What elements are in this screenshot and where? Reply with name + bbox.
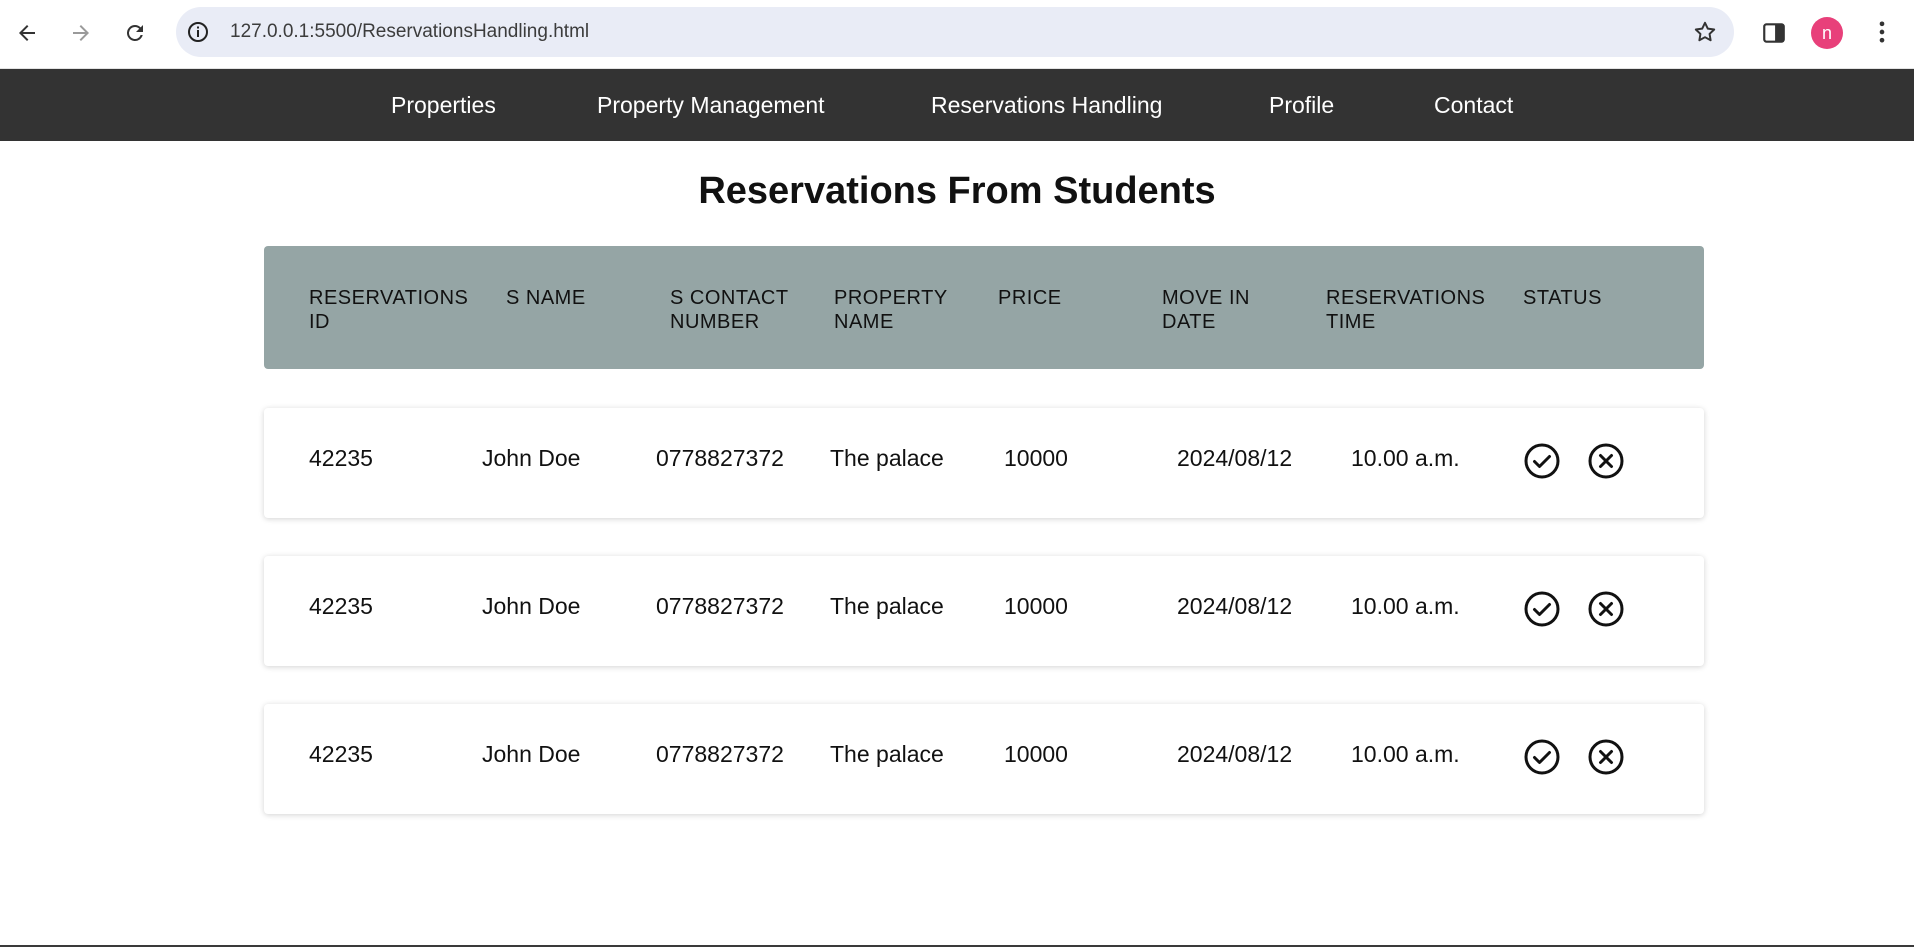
reject-button[interactable]: [1587, 738, 1625, 776]
header-status: STATUS: [1523, 287, 1602, 309]
table-row: 42235 John Doe 0778827372 The palace 100…: [264, 556, 1704, 666]
cell-move-in-date: 2024/08/12: [1177, 593, 1293, 619]
nav-item-properties[interactable]: Properties: [391, 92, 496, 119]
header-property-name: PROPERTY NAME: [834, 287, 948, 333]
page-title: Reservations From Students: [698, 170, 1216, 212]
cell-property-name: The palace: [830, 593, 944, 619]
reload-button[interactable]: [119, 17, 151, 49]
accept-button[interactable]: [1523, 738, 1561, 776]
table-row: 42235 John Doe 0778827372 The palace 100…: [264, 704, 1704, 814]
accept-icon: [1524, 591, 1560, 627]
cell-student-name: John Doe: [482, 445, 581, 471]
header-student-name: S NAME: [506, 287, 586, 309]
header-contact-number: S CONTACT NUMBER: [670, 287, 789, 333]
nav-item-reservations-handling[interactable]: Reservations Handling: [931, 92, 1162, 119]
cell-property-name: The palace: [830, 741, 944, 767]
reject-icon: [1588, 591, 1624, 627]
cell-price: 10000: [1004, 741, 1068, 767]
profile-avatar[interactable]: n: [1811, 17, 1843, 49]
cell-reservation-id: 42235: [309, 741, 373, 767]
cell-contact-number: 0778827372: [656, 445, 784, 471]
browser-toolbar: 127.0.0.1:5500/ReservationsHandling.html…: [0, 0, 1914, 69]
nav-item-contact[interactable]: Contact: [1434, 92, 1513, 119]
accept-button[interactable]: [1523, 442, 1561, 480]
header-price: PRICE: [998, 287, 1062, 309]
accept-icon: [1524, 739, 1560, 775]
back-icon: [19, 25, 35, 41]
nav-item-property-management[interactable]: Property Management: [597, 92, 825, 119]
table-row: 42235 John Doe 0778827372 The palace 100…: [264, 408, 1704, 518]
cell-move-in-date: 2024/08/12: [1177, 741, 1293, 767]
back-button[interactable]: [11, 17, 43, 49]
cell-reservation-time: 10.00 a.m.: [1351, 445, 1460, 471]
cell-reservation-time: 10.00 a.m.: [1351, 741, 1460, 767]
reject-button[interactable]: [1587, 590, 1625, 628]
forward-icon: [73, 25, 89, 41]
reject-icon: [1588, 443, 1624, 479]
cell-price: 10000: [1004, 445, 1068, 471]
nav-item-profile[interactable]: Profile: [1269, 92, 1334, 119]
header-move-in-date: MOVE IN DATE: [1162, 287, 1250, 333]
reload-icon: [126, 24, 143, 41]
header-reservation-time: RESERVATIONS TIME: [1326, 287, 1486, 333]
address-bar[interactable]: 127.0.0.1:5500/ReservationsHandling.html: [176, 7, 1734, 57]
cell-reservation-time: 10.00 a.m.: [1351, 593, 1460, 619]
cell-property-name: The palace: [830, 445, 944, 471]
cell-contact-number: 0778827372: [656, 593, 784, 619]
cell-reservation-id: 42235: [309, 445, 373, 471]
header-reservation-id: RESERVATIONS ID: [309, 287, 469, 333]
reject-icon: [1588, 739, 1624, 775]
cell-student-name: John Doe: [482, 741, 581, 767]
reject-button[interactable]: [1587, 442, 1625, 480]
info-icon[interactable]: [186, 20, 210, 44]
forward-button[interactable]: [65, 17, 97, 49]
accept-button[interactable]: [1523, 590, 1561, 628]
url-text[interactable]: 127.0.0.1:5500/ReservationsHandling.html: [230, 21, 589, 43]
accept-icon: [1524, 443, 1560, 479]
cell-reservation-id: 42235: [309, 593, 373, 619]
star-icon[interactable]: [1692, 19, 1718, 45]
table-header: RESERVATIONS ID S NAME S CONTACT NUMBER PR…: [264, 246, 1704, 369]
cell-move-in-date: 2024/08/12: [1177, 445, 1293, 471]
cell-price: 10000: [1004, 593, 1068, 619]
side-panel-icon[interactable]: [1761, 20, 1787, 46]
more-icon[interactable]: [1868, 18, 1896, 46]
cell-student-name: John Doe: [482, 593, 581, 619]
site-nav: Properties Property Management Reservati…: [0, 69, 1914, 141]
cell-contact-number: 0778827372: [656, 741, 784, 767]
